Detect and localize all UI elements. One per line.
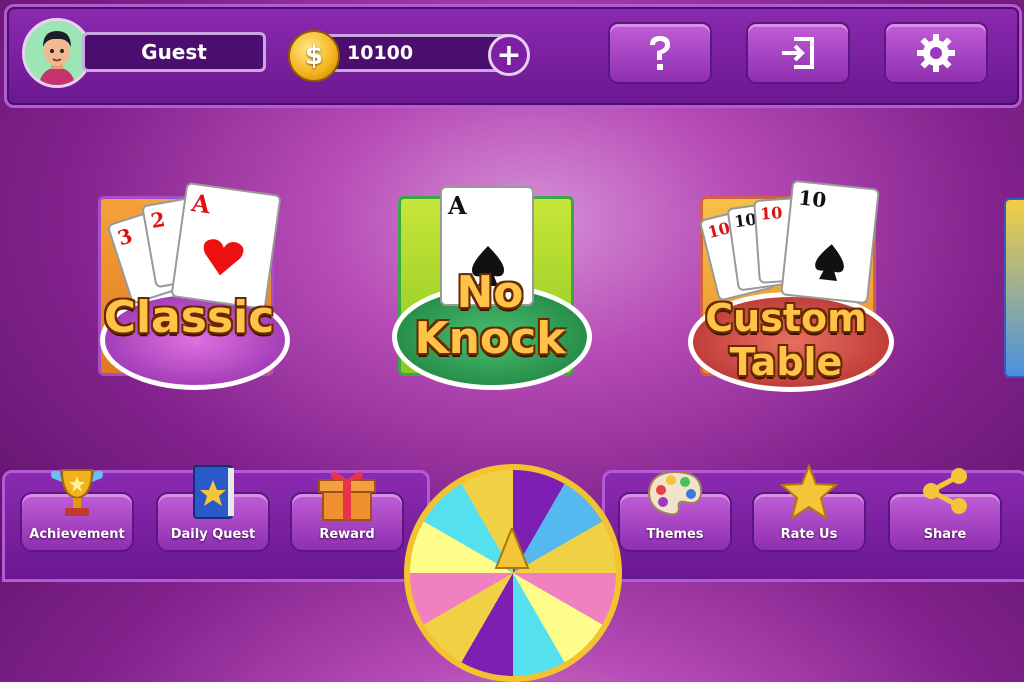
playing-card: A	[170, 181, 282, 311]
trophy-icon	[51, 469, 103, 516]
mode-title-line1: Custom	[705, 296, 867, 340]
add-coins-button[interactable]: +	[488, 34, 530, 76]
star-icon	[780, 464, 838, 520]
share-label: Share	[923, 527, 967, 542]
spade-icon	[815, 244, 844, 281]
help-button[interactable]	[608, 22, 712, 84]
share-icon	[923, 468, 967, 514]
mode-title-line2: Table	[729, 340, 843, 384]
mode-title: Custom Table	[686, 296, 886, 384]
share-button[interactable]: Share	[888, 468, 1002, 552]
exit-icon	[782, 37, 814, 69]
mode-title: Classic	[103, 292, 275, 343]
wheel-pointer-icon	[494, 528, 530, 569]
achievement-label: Achievement	[29, 527, 125, 542]
book-icon	[193, 465, 234, 519]
themes-button[interactable]: Themes	[618, 470, 732, 552]
mode-title: No Knock	[392, 270, 588, 362]
playing-card: 10	[780, 179, 880, 305]
question-icon	[650, 36, 670, 70]
reward-label: Reward	[319, 527, 375, 542]
plus-icon: +	[496, 37, 522, 73]
daily-quest-button[interactable]: Daily Quest	[156, 465, 270, 552]
palette-icon	[647, 470, 703, 516]
rate-us-label: Rate Us	[780, 527, 838, 542]
mode-title-line2: Knock	[414, 313, 566, 364]
settings-button[interactable]	[884, 22, 988, 84]
themes-label: Themes	[646, 527, 704, 542]
exit-button[interactable]	[746, 22, 850, 84]
mode-title-line1: No	[456, 267, 524, 318]
gear-icon	[917, 34, 955, 72]
avatar-icon	[25, 21, 89, 85]
coin-icon: $	[288, 30, 340, 82]
heart-icon	[203, 239, 244, 276]
achievement-button[interactable]: Achievement	[20, 469, 134, 552]
reward-button[interactable]: Reward	[290, 471, 404, 552]
daily-quest-label: Daily Quest	[170, 527, 256, 542]
next-mode-card[interactable]	[1004, 198, 1024, 378]
gift-icon	[318, 471, 376, 521]
player-name: Guest	[82, 32, 266, 72]
rate-us-button[interactable]: Rate Us	[752, 464, 866, 552]
